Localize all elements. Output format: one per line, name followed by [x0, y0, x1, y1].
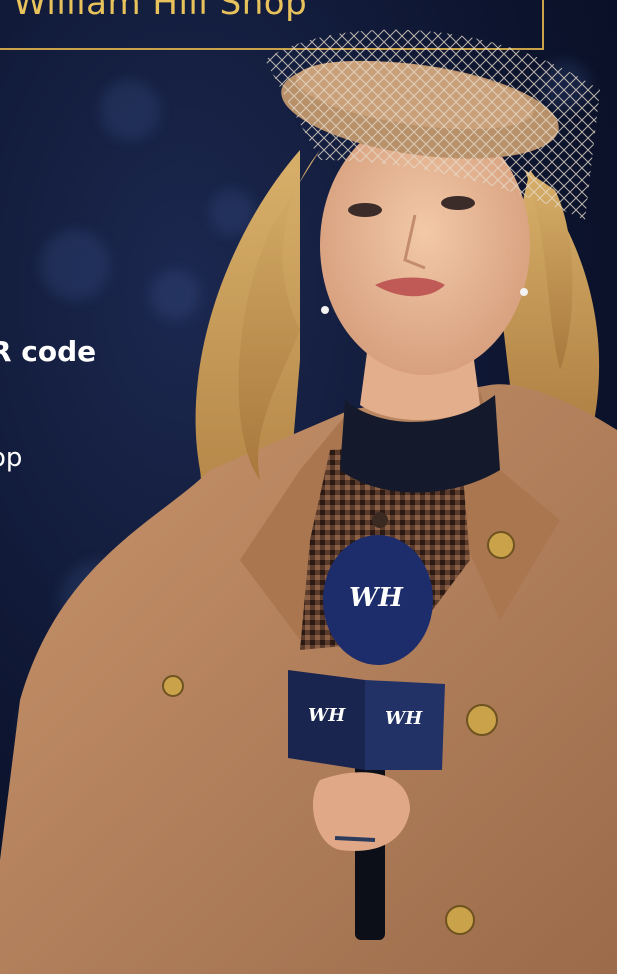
- earring-left: [321, 306, 329, 314]
- presenter-illustration: [0, 29, 617, 974]
- eye-left: [348, 203, 382, 217]
- hand-tattoo: [334, 836, 376, 842]
- mic-logo-flag-right: WH: [385, 708, 423, 729]
- earring-right: [520, 288, 528, 296]
- coat-button: [162, 675, 184, 697]
- eye-right: [441, 196, 475, 210]
- mic-logo-head: WH: [349, 583, 403, 613]
- coat-button: [466, 704, 498, 736]
- coat-button: [445, 905, 475, 935]
- mic-logo-flag-left: WH: [308, 705, 346, 726]
- coat-button: [487, 531, 515, 559]
- waistcoat-button: [372, 512, 388, 528]
